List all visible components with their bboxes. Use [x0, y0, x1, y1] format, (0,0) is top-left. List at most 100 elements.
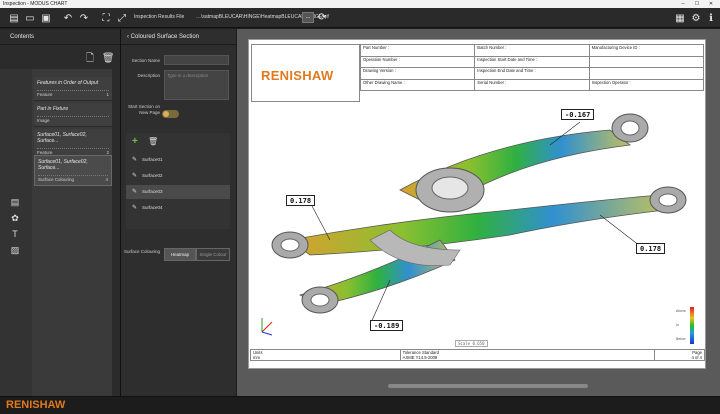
horizontal-scrollbar[interactable]: [388, 384, 588, 388]
refresh-icon[interactable]: ⟳: [318, 12, 326, 23]
list-item[interactable]: Part in Fixture Image: [34, 103, 112, 127]
minimize-button[interactable]: ─: [676, 0, 690, 8]
maximize-button[interactable]: ☐: [690, 0, 704, 8]
header-cell: Manufacturing Device ID :: [588, 44, 705, 57]
units-value: mm: [253, 355, 260, 360]
axis-triad: [261, 318, 273, 336]
contents-list: Features in Order of Output Feature 1 Par…: [32, 69, 112, 396]
main-toolbar: ▤ ▭ ▣ ↶ ↷ ⛶ ⤢ Inspection Results File …\…: [0, 8, 720, 28]
ring-bottom: [301, 286, 339, 314]
add-page-icon[interactable]: 🗋: [86, 53, 94, 64]
item-type: Feature: [37, 92, 53, 97]
header-cell: [588, 55, 705, 68]
edit-pen-icon: ✎: [132, 173, 138, 179]
legend-label: In: [676, 323, 679, 327]
edit-pen-icon: ✎: [132, 205, 138, 211]
info-icon[interactable]: ℹ: [705, 12, 717, 24]
section-header: ‹ Coloured Surface Section: [121, 29, 236, 45]
surface-colouring-label: Surface Colouring: [123, 249, 160, 254]
browse-button[interactable]: ...: [302, 12, 314, 23]
single-colour-button[interactable]: Single Colour: [196, 248, 230, 261]
deviation-callout: -0.167: [561, 109, 595, 120]
zoom-extents-icon[interactable]: ⤢: [116, 12, 128, 24]
deviation-callout: -0.189: [370, 320, 404, 331]
surface-row[interactable]: ✎ Surface02: [126, 169, 230, 183]
window-title: Inspection - MODUS CHART: [3, 1, 68, 7]
colour-shapes-icon[interactable]: ✿: [10, 213, 20, 223]
list-item-selected[interactable]: Surface01, Surface02, Surface... Surface…: [34, 155, 112, 186]
ring-right: [649, 186, 687, 214]
header-cell: Inspection End Date and Time :: [474, 67, 590, 80]
renishaw-logo: RENISHAW: [261, 68, 334, 83]
report-header-table: Part Number : Batch Number : Manufacturing…: [359, 44, 705, 91]
ring-left: [271, 231, 309, 259]
header-cell: Inspection Operator :: [588, 78, 705, 91]
edit-pen-icon: ✎: [132, 157, 138, 163]
lower-arm: [289, 194, 666, 256]
item-type: Image: [37, 118, 50, 123]
tolerance-value: ASME Y14.5-2009: [402, 355, 438, 360]
surface-row-selected[interactable]: ✎ Surface03: [126, 185, 230, 199]
surfaces-panel: + 🗑 ✎ Surface01 ✎ Surface02 ✎ Surface03 ✎ Su…: [126, 133, 230, 229]
section-name-input[interactable]: [164, 55, 229, 65]
description-input[interactable]: Type in a description: [164, 70, 229, 100]
surface-row[interactable]: ✎ Surface04: [126, 201, 230, 215]
part-heatmap-render: [261, 113, 687, 336]
item-title: Surface01, Surface02, Surface...: [37, 132, 87, 144]
surface-label: Surface04: [142, 205, 163, 210]
calculator-icon[interactable]: ▦: [674, 12, 686, 24]
start-new-page-label: Start Section on New Page: [127, 104, 160, 115]
header-cell: Serial Number :: [474, 78, 590, 91]
colour-legend: Above In Below: [676, 307, 694, 344]
header-cell: Operation Number :: [359, 55, 476, 68]
header-cell: Other Drawing Name :: [359, 78, 476, 91]
text-icon[interactable]: T: [10, 229, 20, 239]
undo-icon[interactable]: ↶: [62, 12, 74, 24]
deviation-callout: 0.178: [636, 243, 666, 254]
ring-top-right: [611, 113, 649, 143]
surface-row[interactable]: ✎ Surface01: [126, 153, 230, 167]
contents-header: Contents: [0, 29, 120, 45]
redo-icon[interactable]: ↷: [78, 12, 90, 24]
header-cell: Inspection Start Date and Time :: [474, 55, 590, 68]
results-file-label: Inspection Results File: [134, 14, 185, 20]
legend-label: Above: [676, 309, 686, 313]
item-page: 1: [106, 92, 109, 97]
report-footer-table: Units mm Tolerance Standard ASME Y14.5-200…: [250, 349, 705, 361]
contents-panel: Contents 🗋 🗑 ▤ ✿ T ▨ Features in Order o…: [0, 29, 120, 396]
header-cell: Drawing Version :: [359, 67, 476, 80]
open-folder-icon[interactable]: ▭: [24, 12, 36, 24]
heatmap-button[interactable]: Heatmap: [164, 248, 196, 261]
start-new-page-toggle[interactable]: [162, 110, 179, 118]
section-name-label: Section Name: [131, 58, 160, 63]
save-icon[interactable]: ▣: [40, 12, 52, 24]
scale-label: Scale 0.650: [455, 340, 488, 347]
add-surface-icon[interactable]: +: [132, 136, 138, 147]
header-cell: Part Number :: [359, 44, 476, 57]
close-button[interactable]: ✕: [704, 0, 718, 8]
surface-label: Surface02: [142, 173, 163, 178]
delete-page-icon[interactable]: 🗑: [102, 53, 115, 64]
list-item[interactable]: Features in Order of Output Feature 1: [34, 77, 112, 101]
brand-footer: RENISHAW: [0, 396, 720, 414]
delete-surface-icon[interactable]: 🗑: [148, 137, 158, 146]
image-icon[interactable]: ▨: [10, 245, 20, 255]
brand-logo: RENISHAW: [6, 399, 66, 411]
surface-label: Surface03: [142, 189, 163, 194]
feature-table-icon[interactable]: ▤: [10, 197, 20, 207]
page-value: 4 of 4: [691, 355, 702, 360]
header-cell: Batch Number :: [474, 44, 590, 57]
tool-strip: ▤ ✿ T ▨: [0, 69, 32, 396]
zoom-fit-icon[interactable]: ⛶: [100, 12, 112, 24]
window-titlebar: Inspection - MODUS CHART ─ ☐ ✕: [0, 0, 720, 8]
settings-icon[interactable]: ⚙: [690, 12, 702, 24]
edit-pen-icon: ✎: [132, 189, 138, 195]
section-title: Coloured Surface Section: [130, 34, 200, 40]
new-file-icon[interactable]: ▤: [8, 12, 20, 24]
item-type: Surface Colouring: [38, 177, 75, 182]
center-boss: [415, 167, 485, 213]
description-label: Description: [137, 73, 160, 78]
legend-label: Below: [676, 337, 686, 341]
legend-gradient: [690, 307, 694, 344]
header-cell: [588, 67, 705, 80]
